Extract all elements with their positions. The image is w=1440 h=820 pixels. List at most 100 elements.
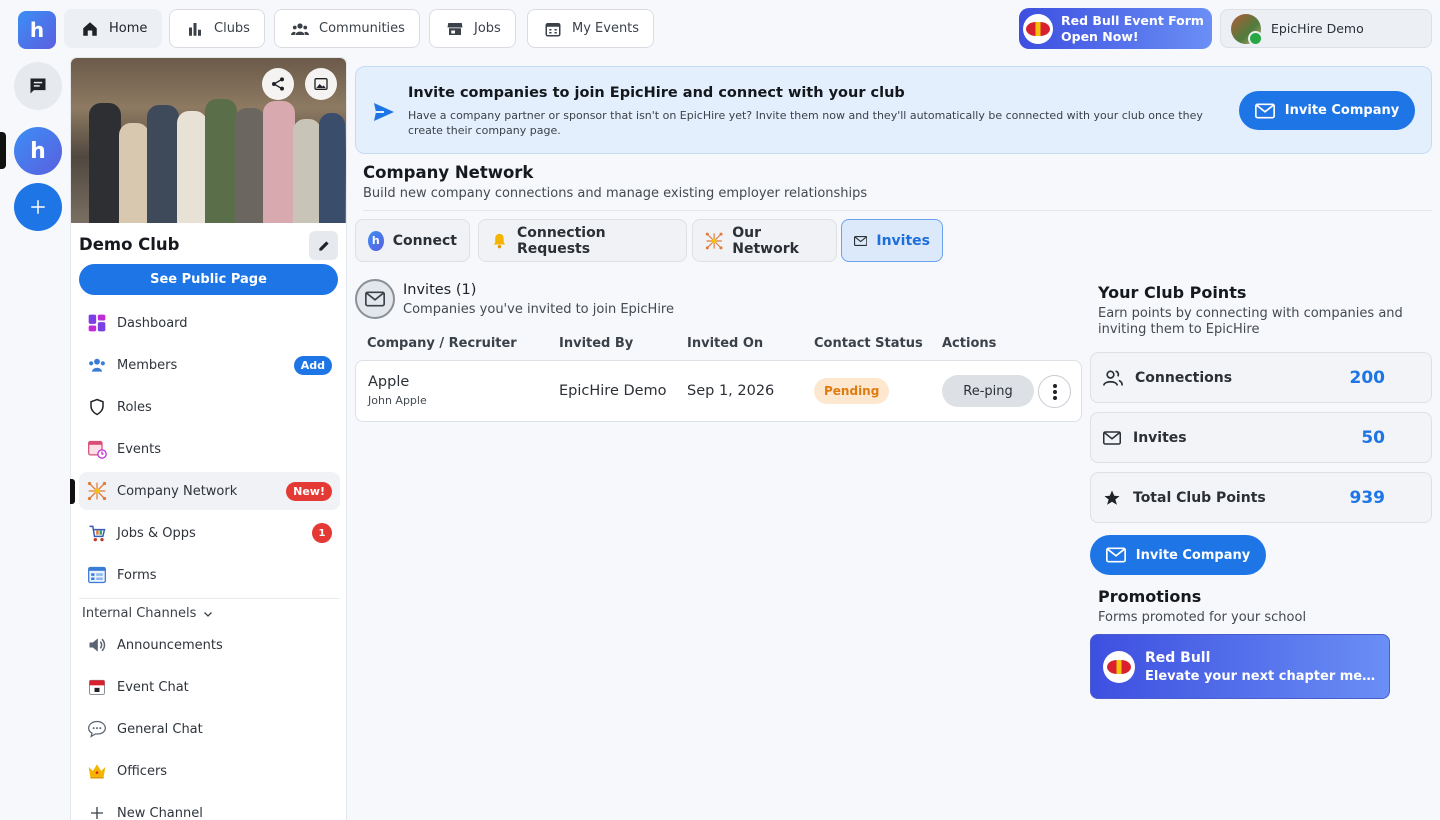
more-actions-button[interactable] — [1038, 375, 1071, 408]
change-cover-button[interactable] — [305, 68, 337, 100]
sidebar-item-jobs-opps[interactable]: Jobs & Opps 1 — [79, 514, 340, 552]
nav-home-label: Home — [109, 21, 148, 36]
network-icon — [87, 481, 107, 501]
channel-label: Event Chat — [117, 679, 189, 695]
channel-label: Officers — [117, 763, 168, 779]
invites-subtitle: Companies you've invited to join EpicHir… — [403, 302, 674, 317]
plus-icon — [87, 803, 107, 820]
edit-club-button[interactable] — [309, 231, 338, 260]
sidebar-item-dashboard[interactable]: Dashboard — [79, 304, 340, 342]
tab-our-network[interactable]: Our Network — [692, 219, 837, 262]
people-outline-icon — [1103, 370, 1123, 386]
sidebar-item-events[interactable]: Events — [79, 430, 340, 468]
nav-clubs[interactable]: Clubs — [169, 9, 265, 48]
mail-icon — [1103, 430, 1121, 445]
nav-communities[interactable]: Communities — [274, 9, 420, 48]
rail-club-epichire[interactable]: h — [14, 127, 62, 175]
chat-button[interactable] — [14, 62, 62, 110]
share-button[interactable] — [262, 68, 294, 100]
channel-label: Announcements — [117, 637, 223, 653]
add-club-button[interactable] — [14, 183, 62, 231]
promotions-title: Promotions — [1098, 587, 1202, 606]
sidebar-item-roles[interactable]: Roles — [79, 388, 340, 426]
page-subtitle: Build new company connections and manage… — [363, 186, 868, 201]
invite-company-button[interactable]: Invite Company — [1239, 91, 1415, 130]
mail-icon — [854, 235, 868, 246]
see-public-page-button[interactable]: See Public Page — [79, 264, 338, 295]
tab-connect[interactable]: h Connect — [355, 219, 470, 262]
sidebar-item-company-network[interactable]: Company Network New! — [79, 472, 340, 510]
channel-officers[interactable]: Officers — [79, 752, 340, 790]
add-member-button[interactable]: Add — [293, 355, 332, 375]
tab-invites[interactable]: Invites — [841, 219, 943, 262]
channel-event-chat[interactable]: Event Chat — [79, 668, 340, 706]
invites-title: Invites (1) — [403, 282, 477, 298]
invited-on: Sep 1, 2026 — [687, 383, 775, 399]
sidebar-divider — [79, 598, 340, 599]
sidebar-item-label: Company Network — [117, 483, 238, 499]
nav-clubs-label: Clubs — [214, 21, 250, 36]
epichire-badge-icon: h — [368, 230, 384, 251]
home-icon — [83, 21, 97, 36]
sidebar-item-label: Jobs & Opps — [117, 525, 196, 541]
user-menu[interactable]: EpicHire Demo — [1220, 9, 1432, 48]
speech-bubble-icon — [87, 719, 107, 739]
mail-icon — [1105, 547, 1126, 563]
tab-connection-requests[interactable]: Connection Requests — [478, 219, 687, 262]
tab-label: Connection Requests — [516, 224, 606, 257]
stat-label: Invites — [1133, 429, 1187, 446]
rail-active-indicator — [0, 132, 6, 169]
stat-label: Total Club Points — [1133, 489, 1266, 506]
chat-icon — [30, 78, 46, 94]
sidebar-item-forms[interactable]: Forms — [79, 556, 340, 594]
user-name: EpicHire Demo — [1271, 21, 1364, 36]
star-icon — [1104, 490, 1120, 505]
promo-line1: Red Bull Event Form — [1061, 12, 1204, 28]
internal-channels-toggle[interactable]: Internal Channels — [82, 606, 214, 621]
calendar-icon — [545, 22, 561, 36]
sidebar-item-label: Events — [117, 441, 162, 457]
new-channel-button[interactable]: New Channel — [79, 794, 340, 820]
club-cover-photo — [71, 58, 346, 223]
image-icon — [314, 78, 328, 90]
nav-communities-label: Communities — [319, 21, 405, 36]
promo-banner-top[interactable]: Red Bull Event Form Open Now! — [1019, 8, 1212, 49]
nav-home[interactable]: Home — [64, 9, 163, 48]
reping-button[interactable]: Re-ping — [942, 375, 1034, 407]
nav-jobs[interactable]: Jobs — [429, 9, 516, 48]
tab-label: Our Network — [732, 224, 799, 257]
banner-description: Have a company partner or sponsor that i… — [408, 109, 1203, 137]
column-header-invited-by: Invited By — [559, 336, 634, 351]
club-points-description: Earn points by connecting with companies… — [1098, 306, 1403, 337]
sidebar-item-members[interactable]: Members Add — [79, 346, 340, 384]
stat-value: 200 — [1349, 367, 1386, 388]
epichire-logo[interactable]: h — [18, 11, 56, 49]
channel-label: General Chat — [117, 721, 203, 737]
event-calendar-icon — [87, 439, 107, 459]
club-name: Demo Club — [79, 235, 180, 254]
channel-label: New Channel — [117, 805, 203, 820]
stat-connections: Connections 200 — [1090, 352, 1432, 403]
chevron-down-icon — [204, 611, 213, 617]
stat-value: 939 — [1349, 487, 1386, 508]
channel-general-chat[interactable]: General Chat — [79, 710, 340, 748]
invite-company-button-secondary[interactable]: Invite Company — [1090, 535, 1266, 575]
send-icon — [374, 103, 394, 121]
new-badge: New! — [286, 481, 332, 501]
members-icon — [87, 355, 107, 375]
stat-value: 50 — [1361, 427, 1385, 448]
promotion-description: Elevate your next chapter meetin... — [1145, 668, 1381, 684]
promotion-card[interactable]: Red Bull Elevate your next chapter meeti… — [1090, 634, 1390, 699]
redbull-logo-icon — [1023, 13, 1053, 44]
pencil-icon — [318, 240, 329, 251]
tab-label: Connect — [392, 232, 457, 249]
page-title: Company Network — [363, 163, 534, 182]
avatar — [1231, 13, 1263, 46]
column-header-company: Company / Recruiter — [367, 336, 517, 351]
channel-announcements[interactable]: Announcements — [79, 626, 340, 664]
nav-my-events[interactable]: My Events — [527, 9, 655, 48]
stat-total-points: Total Club Points 939 — [1090, 472, 1432, 523]
sidebar-item-label: Dashboard — [117, 315, 188, 331]
people-icon — [291, 22, 309, 35]
nav-jobs-label: Jobs — [474, 21, 501, 36]
